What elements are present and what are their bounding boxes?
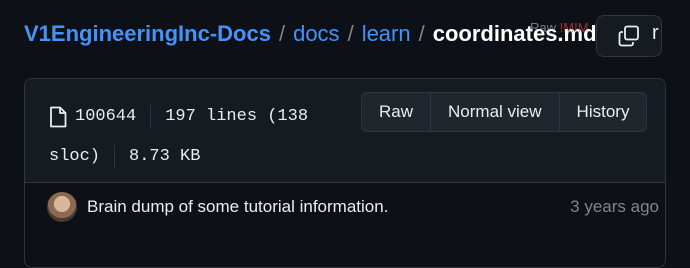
normal-view-button[interactable]: Normal view <box>430 93 559 131</box>
breadcrumb-separator: / <box>278 21 286 46</box>
breadcrumb-folder-docs[interactable]: docs <box>293 21 339 47</box>
file-header: 100644 197 lines (138 sloc) 8.73 KB Raw … <box>25 79 665 183</box>
file-mode: 100644 <box>75 107 137 126</box>
overlap-red-text: !MIM <box>559 20 589 35</box>
file-icon <box>50 106 67 128</box>
latest-commit-row: Brain dump of some tutorial information.… <box>25 189 665 225</box>
overlapping-header-text: Raw !MIM <box>530 20 589 35</box>
breadcrumb-folder-learn[interactable]: learn <box>362 21 411 47</box>
breadcrumb-separator: / <box>347 21 354 46</box>
file-lines: 197 lines (138 <box>165 107 309 126</box>
meta-divider <box>150 105 152 129</box>
breadcrumb-separator: / <box>418 21 425 46</box>
overlap-faded-text: Raw <box>530 20 557 35</box>
commit-message-link[interactable]: Brain dump of some tutorial information. <box>87 197 388 217</box>
view-button-group: Raw Normal view History <box>361 92 648 132</box>
avatar[interactable] <box>47 192 77 222</box>
copy-icon <box>618 25 639 47</box>
raw-button[interactable]: Raw <box>362 93 430 131</box>
file-box: 100644 197 lines (138 sloc) 8.73 KB Raw … <box>24 78 666 268</box>
file-sloc: sloc) <box>49 147 101 166</box>
breadcrumb: V1EngineeringInc-Docs / docs / learn / c… <box>24 18 597 50</box>
commit-time: 3 years ago <box>570 197 659 216</box>
file-size: 8.73 KB <box>129 147 201 166</box>
truncated-header-text: r <box>652 22 659 44</box>
breadcrumb-repo-link[interactable]: V1EngineeringInc-Docs <box>24 21 271 47</box>
history-button[interactable]: History <box>558 93 647 131</box>
meta-divider <box>114 145 116 169</box>
file-meta: 100644 197 lines (138 sloc) 8.73 KB <box>49 97 339 177</box>
